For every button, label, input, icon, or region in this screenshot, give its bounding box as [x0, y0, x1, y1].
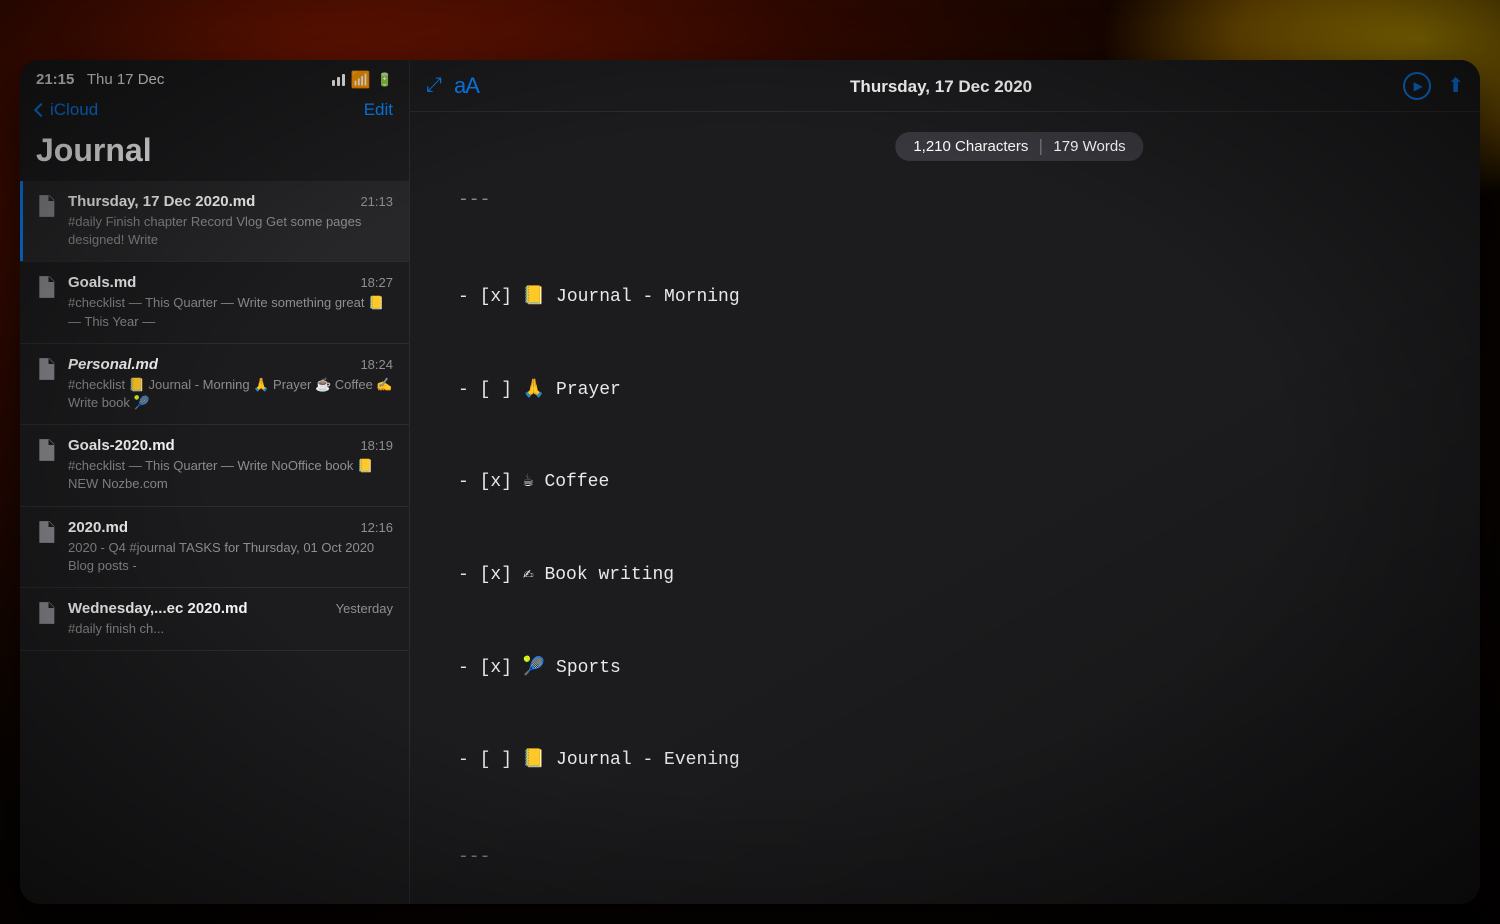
status-bar: 21:15 Thu 17 Dec 📶 🔋	[20, 60, 409, 96]
line-coffee: - [x] ☕ Coffee	[458, 467, 1448, 499]
word-count-separator	[1040, 139, 1041, 155]
note-title-0: Thursday, 17 Dec 2020.md	[68, 193, 255, 210]
note-item-1[interactable]: Goals.md 18:27 #checklist — This Quarter…	[20, 262, 409, 343]
note-title-5: Wednesday,...ec 2020.md	[68, 600, 248, 617]
signal-bar-3	[342, 74, 345, 86]
line-journal-morning: - [x] 📒 Journal - Morning	[458, 282, 1448, 314]
note-time-3: 18:19	[360, 438, 393, 453]
note-item-3[interactable]: Goals-2020.md 18:19 #checklist — This Qu…	[20, 425, 409, 506]
note-content-0: Thursday, 17 Dec 2020.md 21:13 #daily Fi…	[68, 193, 393, 249]
chevron-left-icon	[34, 103, 48, 117]
note-content-3: Goals-2020.md 18:19 #checklist — This Qu…	[68, 437, 393, 493]
battery-icon: 🔋	[377, 72, 393, 88]
note-content-5: Wednesday,...ec 2020.md Yesterday #daily…	[68, 600, 393, 638]
line-journal-evening: - [ ] 📒 Journal - Evening	[458, 745, 1448, 777]
line-separator-1: ---	[458, 185, 1448, 217]
note-header-3: Goals-2020.md 18:19	[68, 437, 393, 454]
status-icons: 📶 🔋	[332, 70, 393, 90]
note-time-4: 12:16	[360, 520, 393, 535]
note-title-1: Goals.md	[68, 274, 136, 291]
line-prayer: - [ ] 🙏 Prayer	[458, 375, 1448, 407]
editor-date-title: Thursday, 17 Dec 2020	[491, 71, 1391, 101]
sidebar-nav: iCloud Edit	[20, 96, 409, 128]
note-item-5[interactable]: Wednesday,...ec 2020.md Yesterday #daily…	[20, 588, 409, 651]
note-item-0[interactable]: Thursday, 17 Dec 2020.md 21:13 #daily Fi…	[20, 181, 409, 262]
note-header-2: Personal.md 18:24	[68, 356, 393, 373]
edit-button[interactable]: Edit	[364, 100, 393, 120]
ipad-screen: 21:15 Thu 17 Dec 📶 🔋 iCloud	[20, 60, 1480, 904]
toolbar-right-actions: ⬆	[1403, 72, 1464, 100]
note-body[interactable]: --- - [x] 📒 Journal - Morning - [ ] 🙏 Pr…	[458, 120, 1448, 904]
note-content-2: Personal.md 18:24 #checklist 📒 Journal -…	[68, 356, 393, 412]
signal-bars-icon	[332, 74, 345, 86]
note-time-1: 18:27	[360, 275, 393, 290]
note-time-2: 18:24	[360, 357, 393, 372]
note-header-4: 2020.md 12:16	[68, 519, 393, 536]
note-preview-0: #daily Finish chapter Record Vlog Get so…	[68, 213, 393, 249]
note-preview-2: #checklist 📒 Journal - Morning 🙏 Prayer …	[68, 376, 393, 412]
note-file-icon-1	[36, 276, 56, 303]
character-count: 1,210 Characters	[913, 138, 1028, 155]
note-title-3: Goals-2020.md	[68, 437, 175, 454]
note-time-5: Yesterday	[336, 601, 393, 616]
note-file-icon-3	[36, 439, 56, 466]
note-preview-4: 2020 - Q4 #journal TASKS for Thursday, 0…	[68, 539, 393, 575]
signal-bar-2	[337, 77, 340, 86]
icloud-back-button[interactable]: iCloud	[36, 100, 98, 120]
note-title-2: Personal.md	[68, 356, 158, 373]
note-file-icon-4	[36, 521, 56, 548]
line-separator-2: ---	[458, 842, 1448, 874]
note-item-4[interactable]: 2020.md 12:16 2020 - Q4 #journal TASKS f…	[20, 507, 409, 588]
line-sports: - [x] 🎾 Sports	[458, 653, 1448, 685]
note-title-4: 2020.md	[68, 519, 128, 536]
note-header-0: Thursday, 17 Dec 2020.md 21:13	[68, 193, 393, 210]
ipad-frame: 21:15 Thu 17 Dec 📶 🔋 iCloud	[20, 60, 1480, 904]
note-preview-5: #daily finish ch...	[68, 620, 393, 638]
editor-content-area[interactable]: 1,210 Characters 179 Words --- - [x] 📒 J…	[410, 112, 1480, 904]
status-date: Thu 17 Dec	[87, 71, 165, 88]
word-count-badge: 1,210 Characters 179 Words	[895, 132, 1143, 161]
note-file-icon-0	[36, 195, 56, 222]
signal-bar-1	[332, 80, 335, 86]
line-book-writing: - [x] ✍ Book writing	[458, 560, 1448, 592]
wifi-icon: 📶	[351, 70, 371, 90]
note-preview-3: #checklist — This Quarter — Write NoOffi…	[68, 457, 393, 493]
note-file-icon-5	[36, 602, 56, 629]
note-time-0: 21:13	[360, 194, 393, 209]
note-header-1: Goals.md 18:27	[68, 274, 393, 291]
note-content-1: Goals.md 18:27 #checklist — This Quarter…	[68, 274, 393, 330]
icloud-label: iCloud	[50, 100, 98, 120]
play-button[interactable]	[1403, 72, 1431, 100]
note-editor: ⤢ aA Thursday, 17 Dec 2020 ⬆ 1,210 Chara…	[410, 60, 1480, 904]
note-header-5: Wednesday,...ec 2020.md Yesterday	[68, 600, 393, 617]
note-file-icon-2	[36, 358, 56, 385]
expand-icon[interactable]: ⤢	[426, 74, 442, 97]
editor-toolbar: ⤢ aA Thursday, 17 Dec 2020 ⬆	[410, 60, 1480, 112]
sidebar-title: Journal	[20, 128, 409, 181]
note-item-2[interactable]: Personal.md 18:24 #checklist 📒 Journal -…	[20, 344, 409, 425]
notes-list: Thursday, 17 Dec 2020.md 21:13 #daily Fi…	[20, 181, 409, 904]
word-count: 179 Words	[1053, 138, 1125, 155]
notes-sidebar: 21:15 Thu 17 Dec 📶 🔋 iCloud	[20, 60, 410, 904]
note-preview-1: #checklist — This Quarter — Write someth…	[68, 294, 393, 330]
note-content-4: 2020.md 12:16 2020 - Q4 #journal TASKS f…	[68, 519, 393, 575]
status-time: 21:15	[36, 71, 74, 88]
share-button[interactable]: ⬆	[1447, 73, 1464, 98]
text-format-aa-button[interactable]: aA	[454, 73, 479, 99]
